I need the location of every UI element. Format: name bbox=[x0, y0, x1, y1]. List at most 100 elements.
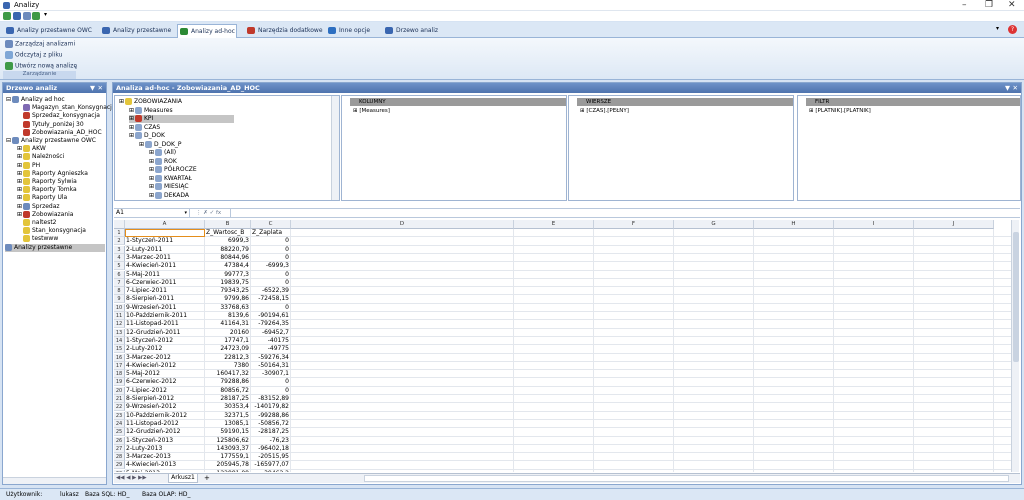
column-header[interactable]: I bbox=[834, 220, 914, 229]
manage-analyses-button[interactable]: Zarządzaj analizami bbox=[5, 40, 75, 48]
add-sheet-icon[interactable]: + bbox=[204, 474, 210, 483]
data-cell[interactable]: 3-Marzec-2013 bbox=[126, 453, 203, 461]
close-icon[interactable]: ✕ bbox=[1008, 0, 1016, 10]
row-header[interactable]: 30 bbox=[114, 469, 125, 472]
data-cell[interactable]: 1-Styczeń-2012 bbox=[126, 337, 203, 345]
data-cell[interactable]: 0 bbox=[252, 246, 289, 254]
data-cell[interactable]: 59190,15 bbox=[206, 428, 249, 436]
data-cell[interactable]: -59276,34 bbox=[252, 354, 289, 362]
cube-tree-item[interactable]: ⊞ DEKADA bbox=[149, 191, 189, 200]
data-cell[interactable]: -6522,39 bbox=[252, 287, 289, 295]
column-header[interactable]: F bbox=[594, 220, 674, 229]
data-cell[interactable]: 2-Luty-2012 bbox=[126, 345, 203, 353]
tree-item[interactable]: Magazyn_stan_Konsygnacji bbox=[17, 104, 114, 112]
sheet-horizontal-scrollbar[interactable] bbox=[364, 475, 1009, 482]
data-cell[interactable]: 6-Czerwiec-2012 bbox=[126, 378, 203, 386]
data-cell[interactable]: 4-Kwiecień-2012 bbox=[126, 362, 203, 370]
data-cell[interactable]: 32371,5 bbox=[206, 412, 249, 420]
new-analysis-button[interactable]: Utwórz nową analizę bbox=[5, 62, 77, 70]
data-cell[interactable]: -28187,25 bbox=[252, 428, 289, 436]
row-header[interactable]: 15 bbox=[114, 345, 125, 354]
row-header[interactable]: 14 bbox=[114, 336, 125, 345]
data-cell[interactable]: -49775 bbox=[252, 345, 289, 353]
formula-input[interactable] bbox=[230, 209, 1020, 217]
row-header[interactable]: 16 bbox=[114, 353, 125, 362]
column-header[interactable]: J bbox=[914, 220, 994, 229]
data-cell[interactable]: 9-Wrzesień-2011 bbox=[126, 304, 203, 312]
data-cell[interactable]: 8-Sierpień-2011 bbox=[126, 295, 203, 303]
row-header[interactable]: 28 bbox=[114, 453, 125, 462]
data-cell[interactable]: 5-Maj-2011 bbox=[126, 271, 203, 279]
data-cell[interactable]: 79343,25 bbox=[206, 287, 249, 295]
tree-item[interactable]: naltest2 bbox=[17, 219, 57, 227]
row-header[interactable]: 9 bbox=[114, 295, 125, 304]
row-header[interactable]: 1 bbox=[114, 229, 125, 237]
row-header[interactable]: 24 bbox=[114, 419, 125, 428]
data-cell[interactable]: 125806,62 bbox=[206, 437, 249, 445]
data-cell[interactable]: -96402,18 bbox=[252, 445, 289, 453]
data-cell[interactable]: 0 bbox=[252, 237, 289, 245]
scroll-thumb[interactable] bbox=[1013, 232, 1019, 362]
tab-drzewo-analiz[interactable]: Drzewo analiz bbox=[383, 24, 443, 38]
cube-tree-item[interactable]: ⊞ ROK bbox=[149, 157, 177, 166]
data-cell[interactable]: -39462,2 bbox=[252, 470, 289, 472]
row-header[interactable]: 26 bbox=[114, 436, 125, 445]
data-cell[interactable]: 80856,72 bbox=[206, 387, 249, 395]
data-cell[interactable]: 47384,4 bbox=[206, 262, 249, 270]
column-header[interactable]: G bbox=[674, 220, 754, 229]
data-cell[interactable]: 2-Luty-2011 bbox=[126, 246, 203, 254]
row-header[interactable]: 20 bbox=[114, 386, 125, 395]
panel-close-icon[interactable]: ✕ bbox=[1013, 83, 1018, 93]
row-header[interactable]: 25 bbox=[114, 428, 125, 437]
row-header[interactable]: 7 bbox=[114, 278, 125, 287]
data-cell[interactable]: 2-Luty-2013 bbox=[126, 445, 203, 453]
cube-tree-item[interactable]: ⊞ ZOBOWIAZANIA bbox=[119, 98, 182, 106]
tree-item[interactable]: ⊞ Sprzedaz bbox=[17, 202, 60, 211]
row-header[interactable]: 22 bbox=[114, 403, 125, 412]
tree-item[interactable]: ⊟ Analizy ad hoc bbox=[6, 96, 65, 104]
data-cell[interactable]: -140179,82 bbox=[252, 403, 289, 411]
data-cell[interactable]: 0 bbox=[252, 378, 289, 386]
row-header[interactable]: 4 bbox=[114, 253, 125, 262]
column-header[interactable]: E bbox=[514, 220, 594, 229]
help-icon[interactable]: ? bbox=[1008, 25, 1017, 34]
filter-zone[interactable]: FILTR ⊞ [PLATNIK].[PLATNIK] bbox=[797, 95, 1021, 201]
cube-tree-item[interactable]: ⊞ MIESIĄC bbox=[149, 183, 189, 191]
tree-item[interactable]: ⊞ Raporty Sylwia bbox=[17, 178, 77, 186]
data-cell[interactable]: -6999,3 bbox=[252, 262, 289, 270]
data-cell[interactable]: -50164,31 bbox=[252, 362, 289, 370]
columns-zone[interactable]: KOLUMNY ⊞ [Measures] bbox=[341, 95, 567, 201]
customize-toolbar-icon[interactable]: ▾ bbox=[44, 11, 47, 18]
tree-item[interactable]: ⊞ PH bbox=[17, 161, 40, 170]
tree-item[interactable]: testwww bbox=[17, 235, 58, 243]
data-cell[interactable]: 80844,96 bbox=[206, 254, 249, 262]
data-cell[interactable]: 0 bbox=[252, 387, 289, 395]
column-header[interactable]: B bbox=[205, 220, 251, 229]
data-cell[interactable]: 79288,86 bbox=[206, 378, 249, 386]
row-header[interactable]: 11 bbox=[114, 312, 125, 320]
data-cell[interactable]: 160417,32 bbox=[206, 370, 249, 378]
data-cell[interactable]: 177559,1 bbox=[206, 453, 249, 461]
data-cell[interactable]: 7380 bbox=[206, 362, 249, 370]
header-cell[interactable]: Z_Wartosc_B bbox=[206, 229, 249, 237]
ribbon-options-icon[interactable]: ▾ bbox=[996, 25, 999, 32]
data-cell[interactable]: -165977,07 bbox=[252, 461, 289, 469]
cube-tree-item[interactable]: ⊞ Measures bbox=[129, 106, 173, 115]
data-cell[interactable]: 7-Lipiec-2012 bbox=[126, 387, 203, 395]
data-cell[interactable]: 6999,3 bbox=[206, 237, 249, 245]
row-header[interactable]: 6 bbox=[114, 270, 125, 279]
data-cell[interactable]: 13085,1 bbox=[206, 420, 249, 428]
data-cell[interactable]: 0 bbox=[252, 304, 289, 312]
data-cell[interactable]: 10-Październik-2011 bbox=[126, 312, 203, 320]
tab-narzedzia-dodatkowe[interactable]: Narzędzia dodatkowe bbox=[245, 24, 323, 38]
header-cell[interactable]: Z_Zaplata bbox=[252, 229, 289, 237]
data-cell[interactable]: -20515,95 bbox=[252, 453, 289, 461]
row-header[interactable]: 17 bbox=[114, 361, 125, 370]
data-cell[interactable]: 4-Kwiecień-2013 bbox=[126, 461, 203, 469]
tree-item[interactable]: ⊞ Raporty Agnieszka bbox=[17, 169, 88, 178]
data-cell[interactable]: 4-Kwiecień-2011 bbox=[126, 262, 203, 270]
tab-analizy-przestawne-owc[interactable]: Analizy przestawne OWC bbox=[4, 24, 94, 38]
tree-item[interactable]: ⊞ Należności bbox=[17, 153, 64, 161]
data-cell[interactable]: 99777,3 bbox=[206, 271, 249, 279]
sheet-vertical-scrollbar[interactable] bbox=[1011, 220, 1019, 472]
